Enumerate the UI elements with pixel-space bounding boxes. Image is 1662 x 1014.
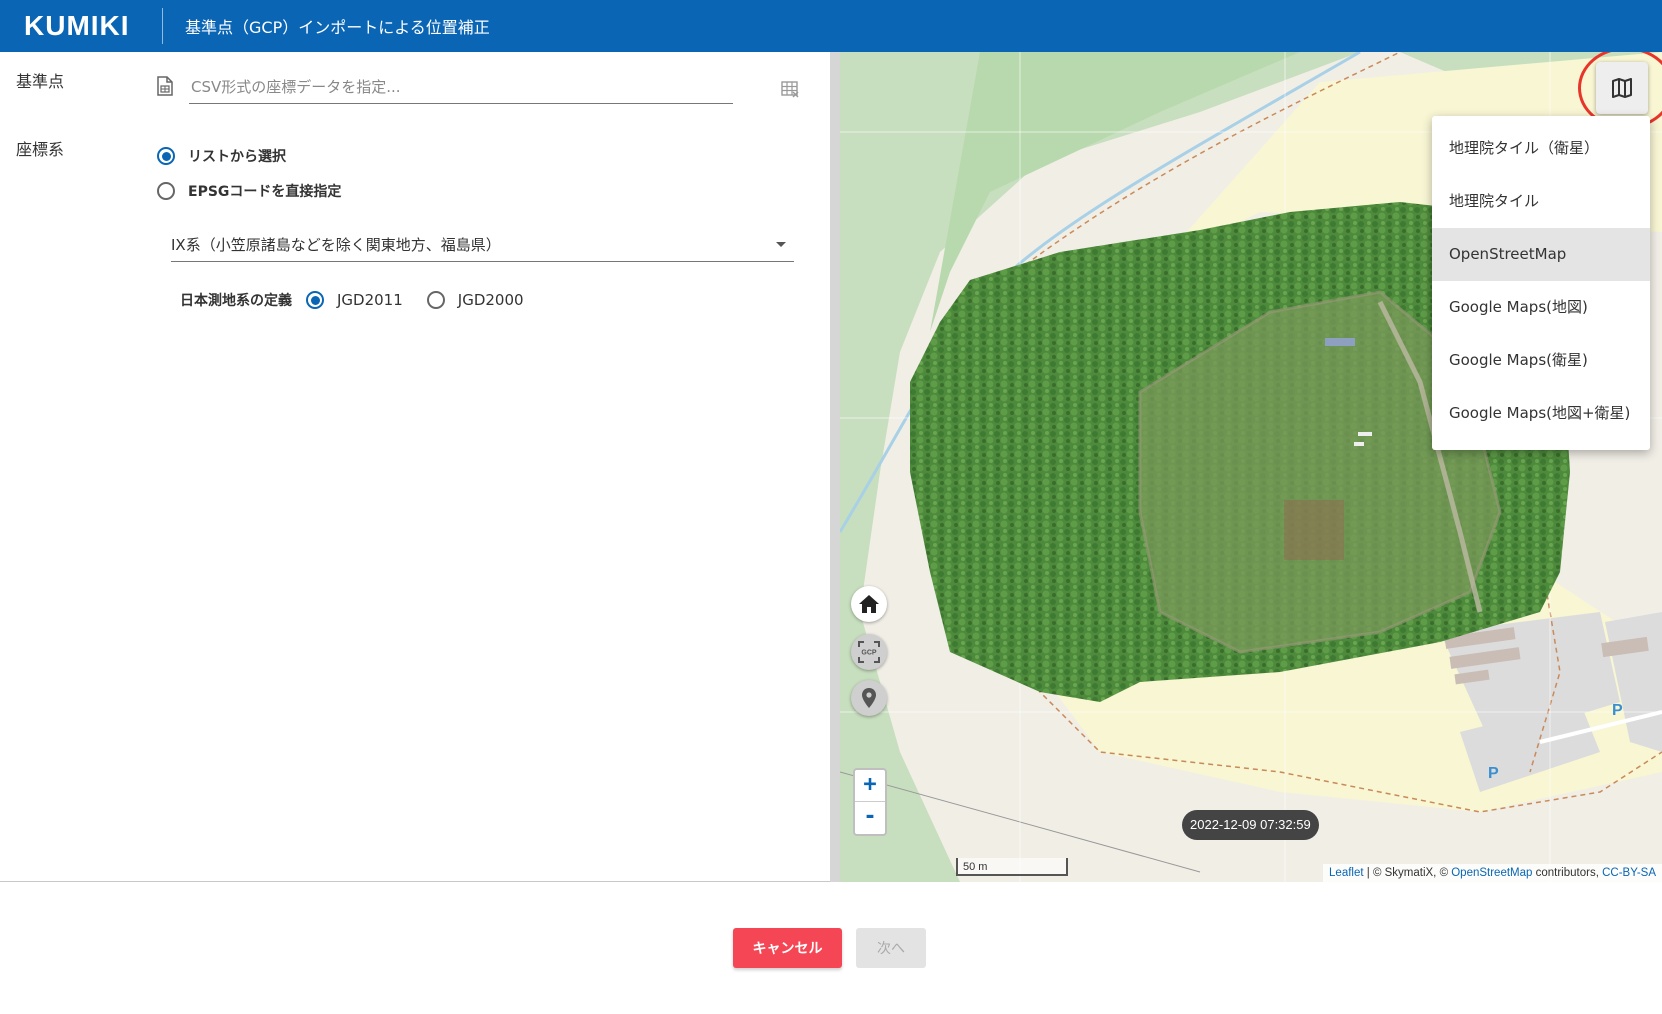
crs-option-list[interactable]: リストから選択 (157, 146, 286, 166)
coordinate-zone-value: IX系（小笠原諸島などを除く関東地方、福島県） (171, 236, 501, 254)
gcp-icon-text: GCP (861, 650, 877, 657)
map-view[interactable]: P P 地理院タイル（衛星） 地理院タイル OpenStreetMap Goog… (840, 52, 1662, 882)
brand-logo: KUMIKI (24, 10, 130, 41)
table-clear-icon[interactable] (781, 80, 799, 98)
layer-item-gsi-satellite[interactable]: 地理院タイル（衛星） (1432, 122, 1650, 175)
layer-menu: 地理院タイル（衛星） 地理院タイル OpenStreetMap Google M… (1432, 116, 1650, 450)
datum-group: 日本測地系の定義 JGD2011 JGD2000 (180, 290, 548, 310)
license-link[interactable]: CC-BY-SA (1602, 867, 1656, 879)
layer-item-google-satellite[interactable]: Google Maps(衛星) (1432, 334, 1650, 387)
page-title: 基準点（GCP）インポートによる位置補正 (185, 18, 490, 37)
datum-option-jgd2011-label: JGD2011 (337, 291, 403, 309)
gcp-fit-icon: GCP (858, 641, 880, 663)
crs-option-list-label: リストから選択 (188, 149, 286, 165)
parking-label: P (1612, 702, 1623, 719)
datum-option-jgd2000[interactable]: JGD2000 (426, 291, 524, 309)
datum-label: 日本測地系の定義 (180, 293, 292, 309)
radio-button[interactable] (157, 147, 175, 165)
map-pin-icon (862, 688, 876, 708)
home-icon (859, 595, 879, 613)
marker-button[interactable] (851, 680, 887, 716)
osm-link[interactable]: OpenStreetMap (1451, 867, 1532, 879)
layer-item-gsi[interactable]: 地理院タイル (1432, 175, 1650, 228)
csv-file-input[interactable] (189, 70, 733, 104)
radio-button[interactable] (306, 291, 324, 309)
cancel-button[interactable]: キャンセル (733, 928, 842, 968)
next-button[interactable]: 次へ (856, 928, 926, 968)
file-icon (157, 76, 173, 96)
layers-icon (1612, 78, 1632, 98)
settings-panel: 基準点 座標系 リストから選択 EPSGコードを直接指定 IX系（小笠原諸島など… (0, 52, 830, 882)
crs-option-epsg[interactable]: EPSGコードを直接指定 (157, 181, 341, 201)
zoom-control: + - (853, 768, 887, 836)
radio-button[interactable] (157, 182, 175, 200)
datum-option-jgd2011[interactable]: JGD2011 (306, 291, 403, 309)
app-header: KUMIKI 基準点（GCP）インポートによる位置補正 (0, 0, 1662, 52)
datum-option-jgd2000-label: JGD2000 (457, 291, 524, 309)
layer-item-google-map[interactable]: Google Maps(地図) (1432, 281, 1650, 334)
capture-timestamp: 2022-12-09 07:32:59 (1182, 810, 1319, 840)
layer-item-google-hybrid[interactable]: Google Maps(地図+衛星) (1432, 387, 1650, 440)
layer-item-osm[interactable]: OpenStreetMap (1432, 228, 1650, 281)
crs-label: 座標系 (16, 140, 65, 159)
radio-button[interactable] (426, 291, 445, 309)
scale-bar: 50 m (956, 858, 1068, 876)
panel-resize-handle[interactable] (830, 52, 840, 882)
attribution-contributors: contributors, (1532, 867, 1603, 879)
leaflet-link[interactable]: Leaflet (1329, 867, 1364, 879)
zoom-in-button[interactable]: + (855, 770, 885, 802)
fit-gcp-button[interactable]: GCP (851, 634, 887, 670)
header-divider (162, 8, 163, 44)
attribution-text: | © SkymatiX, © (1363, 867, 1452, 879)
coordinate-zone-select[interactable]: IX系（小笠原諸島などを除く関東地方、福島県） (171, 228, 794, 262)
crs-option-epsg-label: EPSGコードを直接指定 (188, 184, 342, 200)
parking-label: P (1488, 765, 1499, 782)
home-button[interactable] (851, 586, 887, 622)
chevron-down-icon (776, 242, 786, 247)
zoom-out-button[interactable]: - (855, 802, 885, 834)
map-attribution: Leaflet | © SkymatiX, © OpenStreetMap co… (1323, 864, 1662, 882)
gcp-label: 基準点 (16, 72, 65, 91)
layer-switch-button[interactable] (1596, 62, 1648, 114)
